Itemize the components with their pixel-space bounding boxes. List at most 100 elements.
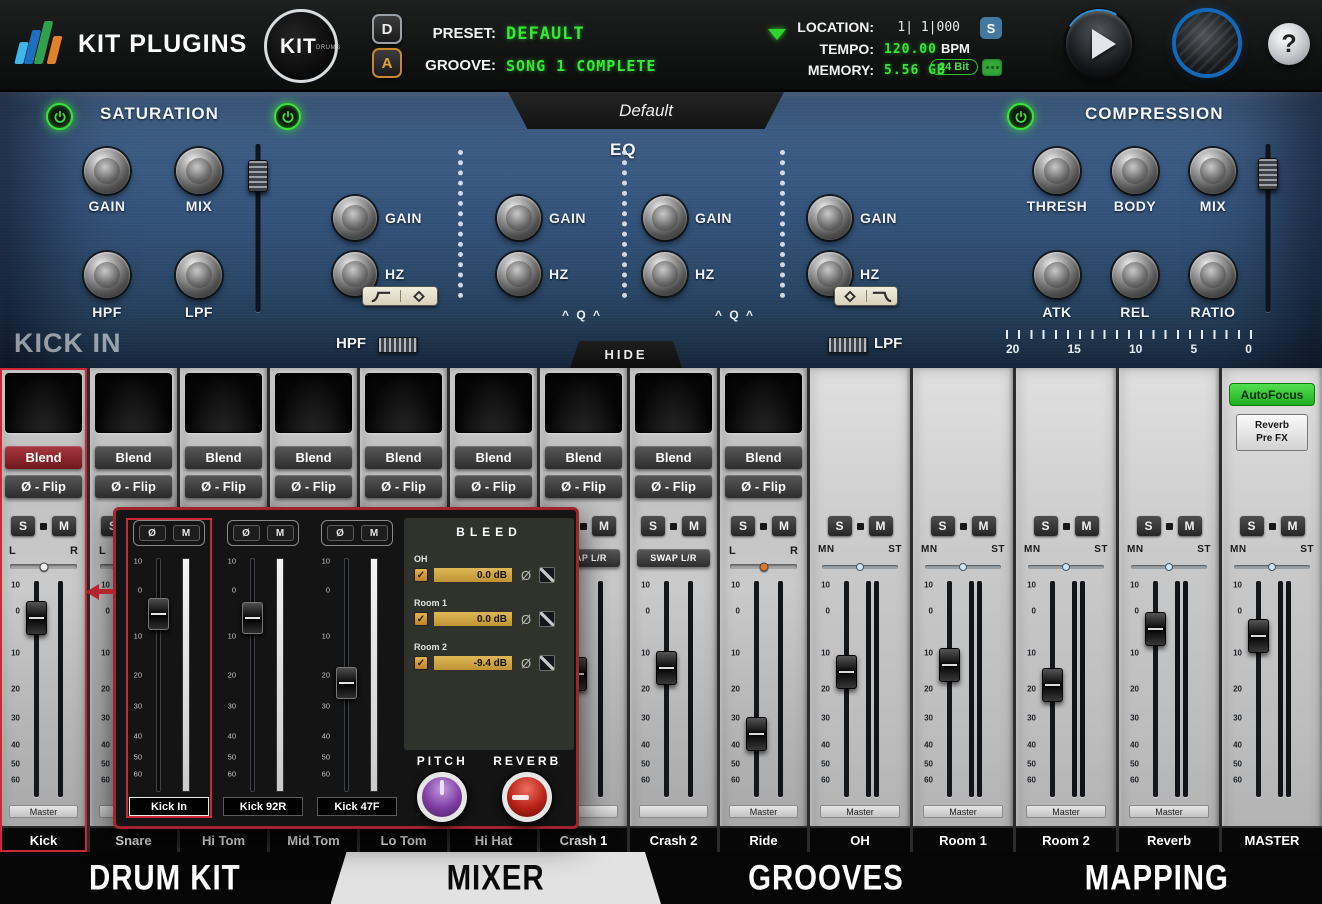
- pan-control[interactable]: L R: [0, 544, 87, 572]
- width-track[interactable]: [925, 565, 1001, 569]
- channel-name[interactable]: Hi Hat: [450, 826, 537, 852]
- eq-high-shape-buttons[interactable]: [834, 286, 898, 306]
- mono-stereo-control[interactable]: MN ST: [810, 544, 910, 574]
- saturation-gain-knob[interactable]: [84, 148, 130, 194]
- mic-fader[interactable]: 100102030405060: [314, 554, 400, 796]
- phase-flip-button[interactable]: Ø - Flip: [185, 475, 262, 498]
- channel-name[interactable]: Kick: [0, 826, 87, 852]
- bleed-enable-checkbox[interactable]: ✓: [414, 568, 428, 582]
- mute-button[interactable]: M: [592, 516, 616, 536]
- channel-name[interactable]: MASTER: [1222, 826, 1322, 852]
- bleed-phase-button[interactable]: Ø: [518, 567, 534, 583]
- blend-button[interactable]: Blend: [545, 446, 622, 469]
- main-tab[interactable]: DRUM KIT: [0, 852, 331, 904]
- phase-flip-button[interactable]: Ø - Flip: [365, 475, 442, 498]
- saturation-lpf-knob[interactable]: [176, 252, 222, 298]
- mic-name-button[interactable]: Kick In: [129, 797, 209, 816]
- mono-stereo-control[interactable]: MN ST: [1222, 544, 1322, 574]
- mute-button[interactable]: M: [1178, 516, 1202, 536]
- main-tab[interactable]: GROOVES: [661, 852, 992, 904]
- phase-flip-button[interactable]: Ø - Flip: [95, 475, 172, 498]
- bleed-phase-button[interactable]: Ø: [518, 655, 534, 671]
- channel-fader[interactable]: 100102030405060: [913, 578, 1013, 800]
- phase-flip-button[interactable]: Ø - Flip: [455, 475, 532, 498]
- fader-cap[interactable]: [656, 651, 677, 685]
- fader-track[interactable]: [947, 581, 952, 797]
- help-button[interactable]: ?: [1268, 23, 1310, 65]
- mute-button[interactable]: M: [972, 516, 996, 536]
- output-route-button[interactable]: Master: [729, 805, 799, 818]
- width-thumb[interactable]: [1062, 563, 1070, 571]
- solo-button[interactable]: S: [1034, 516, 1058, 536]
- compression-rel-knob[interactable]: [1112, 252, 1158, 298]
- fader-track[interactable]: [754, 581, 759, 797]
- compression-ratio-knob[interactable]: [1190, 252, 1236, 298]
- width-track[interactable]: [1131, 565, 1207, 569]
- channel-display-pad[interactable]: [455, 373, 532, 433]
- channel-name[interactable]: Crash 2: [630, 826, 717, 852]
- tempo-value[interactable]: 120.00: [884, 42, 937, 57]
- compression-body-knob[interactable]: [1112, 148, 1158, 194]
- eq-hpf-slider[interactable]: [378, 337, 418, 353]
- channel-name[interactable]: Reverb: [1119, 826, 1219, 852]
- swap-lr-button[interactable]: SWAP L/R: [637, 549, 710, 567]
- mic-mute-button[interactable]: M: [361, 525, 388, 541]
- eq-band2-gain-knob[interactable]: [497, 196, 541, 240]
- mic-mute-button[interactable]: M: [267, 525, 294, 541]
- mute-button[interactable]: M: [1075, 516, 1099, 536]
- eq-lpf-slider[interactable]: [828, 337, 868, 353]
- fader-track[interactable]: [156, 558, 161, 792]
- bleed-level-value[interactable]: 0.0 dB: [433, 567, 513, 583]
- digital-mode-button[interactable]: D: [372, 14, 402, 44]
- mono-stereo-control[interactable]: MN ST: [1016, 544, 1116, 574]
- saturation-power-button[interactable]: [46, 103, 73, 130]
- channel-display-pad[interactable]: [545, 373, 622, 433]
- channel-name[interactable]: OH: [810, 826, 910, 852]
- fader-cap[interactable]: [336, 667, 357, 699]
- blend-button[interactable]: Blend: [95, 446, 172, 469]
- channel-fader[interactable]: 100102030405060: [630, 578, 717, 800]
- solo-button[interactable]: S: [1240, 516, 1264, 536]
- mic-phase-button[interactable]: Ø: [233, 525, 260, 541]
- saturation-hpf-knob[interactable]: [84, 252, 130, 298]
- channel-name[interactable]: Snare: [90, 826, 177, 852]
- mute-button[interactable]: M: [52, 516, 76, 536]
- channel-fader[interactable]: 100102030405060: [810, 578, 910, 800]
- compression-atk-knob[interactable]: [1034, 252, 1080, 298]
- fader-cap[interactable]: [939, 648, 960, 682]
- phase-flip-button[interactable]: Ø - Flip: [5, 475, 82, 498]
- eq-band3-q-control[interactable]: ^ Q ^: [703, 308, 767, 322]
- play-button[interactable]: [1066, 11, 1132, 77]
- fader-cap[interactable]: [1042, 668, 1063, 702]
- reverb-knob[interactable]: [502, 772, 552, 822]
- pan-track[interactable]: [10, 564, 76, 569]
- eq-power-button[interactable]: [274, 103, 301, 130]
- channel-name[interactable]: Mid Tom: [270, 826, 357, 852]
- fader-cap[interactable]: [836, 655, 857, 689]
- mic-mute-button[interactable]: M: [173, 525, 200, 541]
- mic-phase-button[interactable]: Ø: [327, 525, 354, 541]
- bit-depth-badge[interactable]: 24 Bit: [930, 59, 978, 75]
- channel-fader[interactable]: 100102030405060: [720, 578, 807, 800]
- saturation-drive-slider[interactable]: [248, 144, 268, 312]
- eq-band2-freq-knob[interactable]: [497, 252, 541, 296]
- fader-track[interactable]: [1256, 581, 1261, 797]
- width-track[interactable]: [822, 565, 898, 569]
- output-route-button[interactable]: Master: [1026, 805, 1106, 818]
- mute-button[interactable]: M: [682, 516, 706, 536]
- width-track[interactable]: [1028, 565, 1104, 569]
- solo-button[interactable]: S: [11, 516, 35, 536]
- blend-button[interactable]: Blend: [185, 446, 262, 469]
- pan-thumb[interactable]: [39, 562, 48, 571]
- channel-name[interactable]: Hi Tom: [180, 826, 267, 852]
- fader-track[interactable]: [250, 558, 255, 792]
- bleed-enable-checkbox[interactable]: ✓: [414, 656, 428, 670]
- channel-display-pad[interactable]: [365, 373, 442, 433]
- eq-band3-gain-knob[interactable]: [643, 196, 687, 240]
- channel-display-pad[interactable]: [635, 373, 712, 433]
- fader-cap[interactable]: [26, 601, 47, 635]
- channel-name[interactable]: Room 2: [1016, 826, 1116, 852]
- mic-fader[interactable]: 100102030405060: [126, 554, 212, 796]
- hide-fx-panel-button[interactable]: HIDE: [570, 341, 682, 368]
- analog-mode-button[interactable]: A: [372, 48, 402, 78]
